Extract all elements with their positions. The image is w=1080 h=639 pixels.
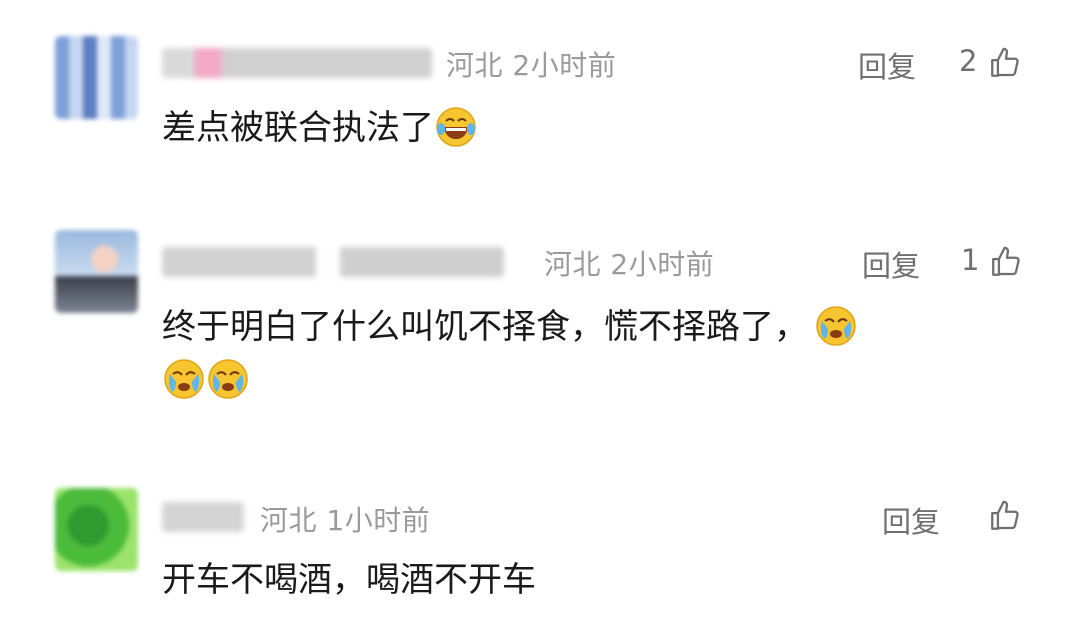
avatar[interactable]: [55, 488, 138, 571]
comment-text: 终于明白了什么叫饥不择食，慌不择路了，: [162, 297, 858, 357]
reply-button[interactable]: 回复: [862, 243, 920, 285]
comment-location: 河北: [446, 49, 504, 82]
thumbs-up-outline-icon[interactable]: [988, 499, 1022, 533]
blurred-username[interactable]: [162, 502, 244, 532]
like-count: 1: [961, 243, 980, 277]
comment-text-content: 差点被联合执法了: [162, 108, 434, 148]
comment-location: 河北: [544, 248, 602, 281]
laughing-tears-emoji: [436, 106, 476, 147]
avatar[interactable]: [55, 230, 138, 313]
thumbs-up-outline-icon[interactable]: [988, 46, 1022, 80]
reply-button[interactable]: 回复: [858, 44, 916, 86]
blurred-username[interactable]: [162, 247, 504, 277]
reply-button[interactable]: 回复: [882, 499, 940, 541]
comment-text-line2: [162, 350, 250, 410]
avatar[interactable]: [55, 36, 138, 119]
comment-meta: 河北 1小时前: [260, 499, 430, 539]
thumbs-up-outline-icon[interactable]: [989, 245, 1023, 279]
crying-emoji: [208, 358, 248, 399]
comment-text-content: 终于明白了什么叫饥不择食，慌不择路了，: [162, 307, 808, 347]
comment-time: 1小时前: [326, 504, 431, 537]
crying-emoji: [164, 358, 204, 399]
crying-emoji: [816, 305, 856, 346]
blurred-username[interactable]: [162, 48, 432, 78]
comment-meta: 河北 2小时前: [544, 243, 714, 283]
comment-text: 开车不喝酒，喝酒不开车: [162, 550, 536, 610]
comment-time: 2小时前: [610, 248, 715, 281]
comment-meta: 河北 2小时前: [446, 44, 616, 84]
comment-location: 河北: [260, 504, 318, 537]
comment-text: 差点被联合执法了: [162, 98, 478, 158]
comment-time: 2小时前: [512, 49, 617, 82]
comment-text-content: 开车不喝酒，喝酒不开车: [162, 560, 536, 600]
like-count: 2: [959, 44, 978, 78]
